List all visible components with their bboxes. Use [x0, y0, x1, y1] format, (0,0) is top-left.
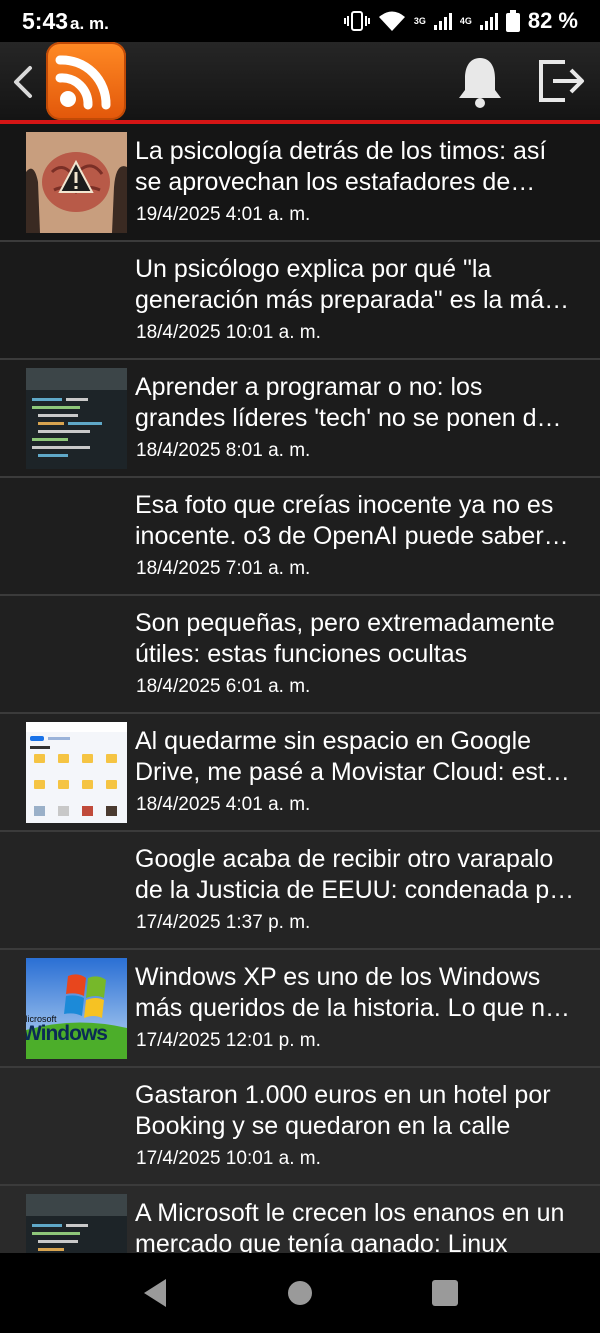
- article-date: 18/4/2025 4:01 a. m.: [136, 794, 311, 815]
- article-title: Esa foto que creías inocente ya no es in…: [135, 491, 554, 550]
- article-title: Un psicólogo explica por qué "la generac…: [135, 255, 557, 314]
- list-item[interactable]: Al quedarme sin espacio en Google Drive,…: [0, 714, 600, 832]
- list-item[interactable]: Microsoft Windows Windows XP es uno de l…: [0, 950, 600, 1068]
- article-title: La psicología detrás de los timos: así s…: [135, 137, 547, 196]
- status-time: 5:43 a. m.: [22, 8, 109, 35]
- list-item[interactable]: Un psicólogo explica por qué "la generac…: [0, 242, 600, 360]
- article-thumbnail: [26, 368, 127, 469]
- nav-home-icon[interactable]: [288, 1281, 312, 1305]
- windows-logo-text: Windows: [26, 1022, 108, 1045]
- article-title: Windows XP es uno de los Windows más que…: [135, 963, 559, 1022]
- nav-recents-icon[interactable]: [432, 1280, 458, 1306]
- article-date: 19/4/2025 4:01 a. m.: [136, 204, 311, 225]
- status-bar: 5:43 a. m. 3G 4G 82 %: [0, 0, 600, 42]
- article-title: Aprender a programar o no: los grandes l…: [135, 373, 551, 432]
- article-list[interactable]: La psicología detrás de los timos: así s…: [0, 124, 600, 1253]
- list-item[interactable]: Google acaba de recibir otro varapalo de…: [0, 832, 600, 950]
- article-date: 18/4/2025 7:01 a. m.: [136, 558, 311, 579]
- signal-3g-icon: [433, 12, 452, 30]
- list-item[interactable]: Esa foto que creías inocente ya no es in…: [0, 478, 600, 596]
- article-title: Gastaron 1.000 euros en un hotel por Boo…: [135, 1081, 551, 1140]
- list-item[interactable]: Son pequeñas, pero extremadamente útiles…: [0, 596, 600, 714]
- article-date: 18/4/2025 6:01 a. m.: [136, 676, 311, 697]
- vibrate-icon: [343, 11, 370, 31]
- article-thumbnail: [26, 722, 127, 823]
- list-item[interactable]: Aprender a programar o no: los grandes l…: [0, 360, 600, 478]
- list-item[interactable]: A Microsoft le crecen los enanos en un m…: [0, 1186, 600, 1253]
- list-item[interactable]: Gastaron 1.000 euros en un hotel por Boo…: [0, 1068, 600, 1186]
- article-thumbnail: [26, 1194, 127, 1253]
- signal-4g-icon: [479, 12, 498, 30]
- article-title: A Microsoft le crecen los enanos en un m…: [135, 1199, 565, 1253]
- list-item[interactable]: La psicología detrás de los timos: así s…: [0, 124, 600, 242]
- rss-logo-icon[interactable]: [46, 42, 126, 120]
- back-arrow-icon[interactable]: [8, 62, 38, 102]
- article-date: 17/4/2025 10:01 a. m.: [136, 1148, 321, 1169]
- article-title: Google acaba de recibir otro varapalo de…: [135, 845, 572, 904]
- article-date: 18/4/2025 10:01 a. m.: [136, 322, 321, 343]
- article-title: Son pequeñas, pero extremadamente útiles…: [135, 609, 555, 668]
- wifi-icon: [378, 11, 405, 31]
- network-4g-label: 4G: [459, 15, 472, 26]
- exit-icon[interactable]: [535, 56, 587, 106]
- bell-icon[interactable]: [455, 54, 505, 108]
- network-3g-label: 3G: [413, 15, 426, 26]
- article-title: Al quedarme sin espacio en Google Drive,…: [135, 727, 559, 786]
- nav-back-icon[interactable]: [140, 1277, 170, 1309]
- article-date: 17/4/2025 12:01 p. m.: [136, 1030, 321, 1051]
- app-bar: [0, 42, 600, 120]
- battery-percent: 82 %: [527, 8, 578, 33]
- article-thumbnail: [26, 132, 127, 233]
- status-icons: 3G 4G 82 %: [343, 8, 578, 34]
- article-date: 17/4/2025 1:37 p. m.: [136, 912, 311, 933]
- navigation-bar: [0, 1253, 600, 1333]
- battery-icon: [505, 10, 520, 32]
- article-date: 18/4/2025 8:01 a. m.: [136, 440, 311, 461]
- status-time-value: 5:43: [22, 8, 69, 34]
- article-thumbnail: Microsoft Windows: [26, 958, 127, 1059]
- status-time-ampm: a. m.: [70, 14, 109, 33]
